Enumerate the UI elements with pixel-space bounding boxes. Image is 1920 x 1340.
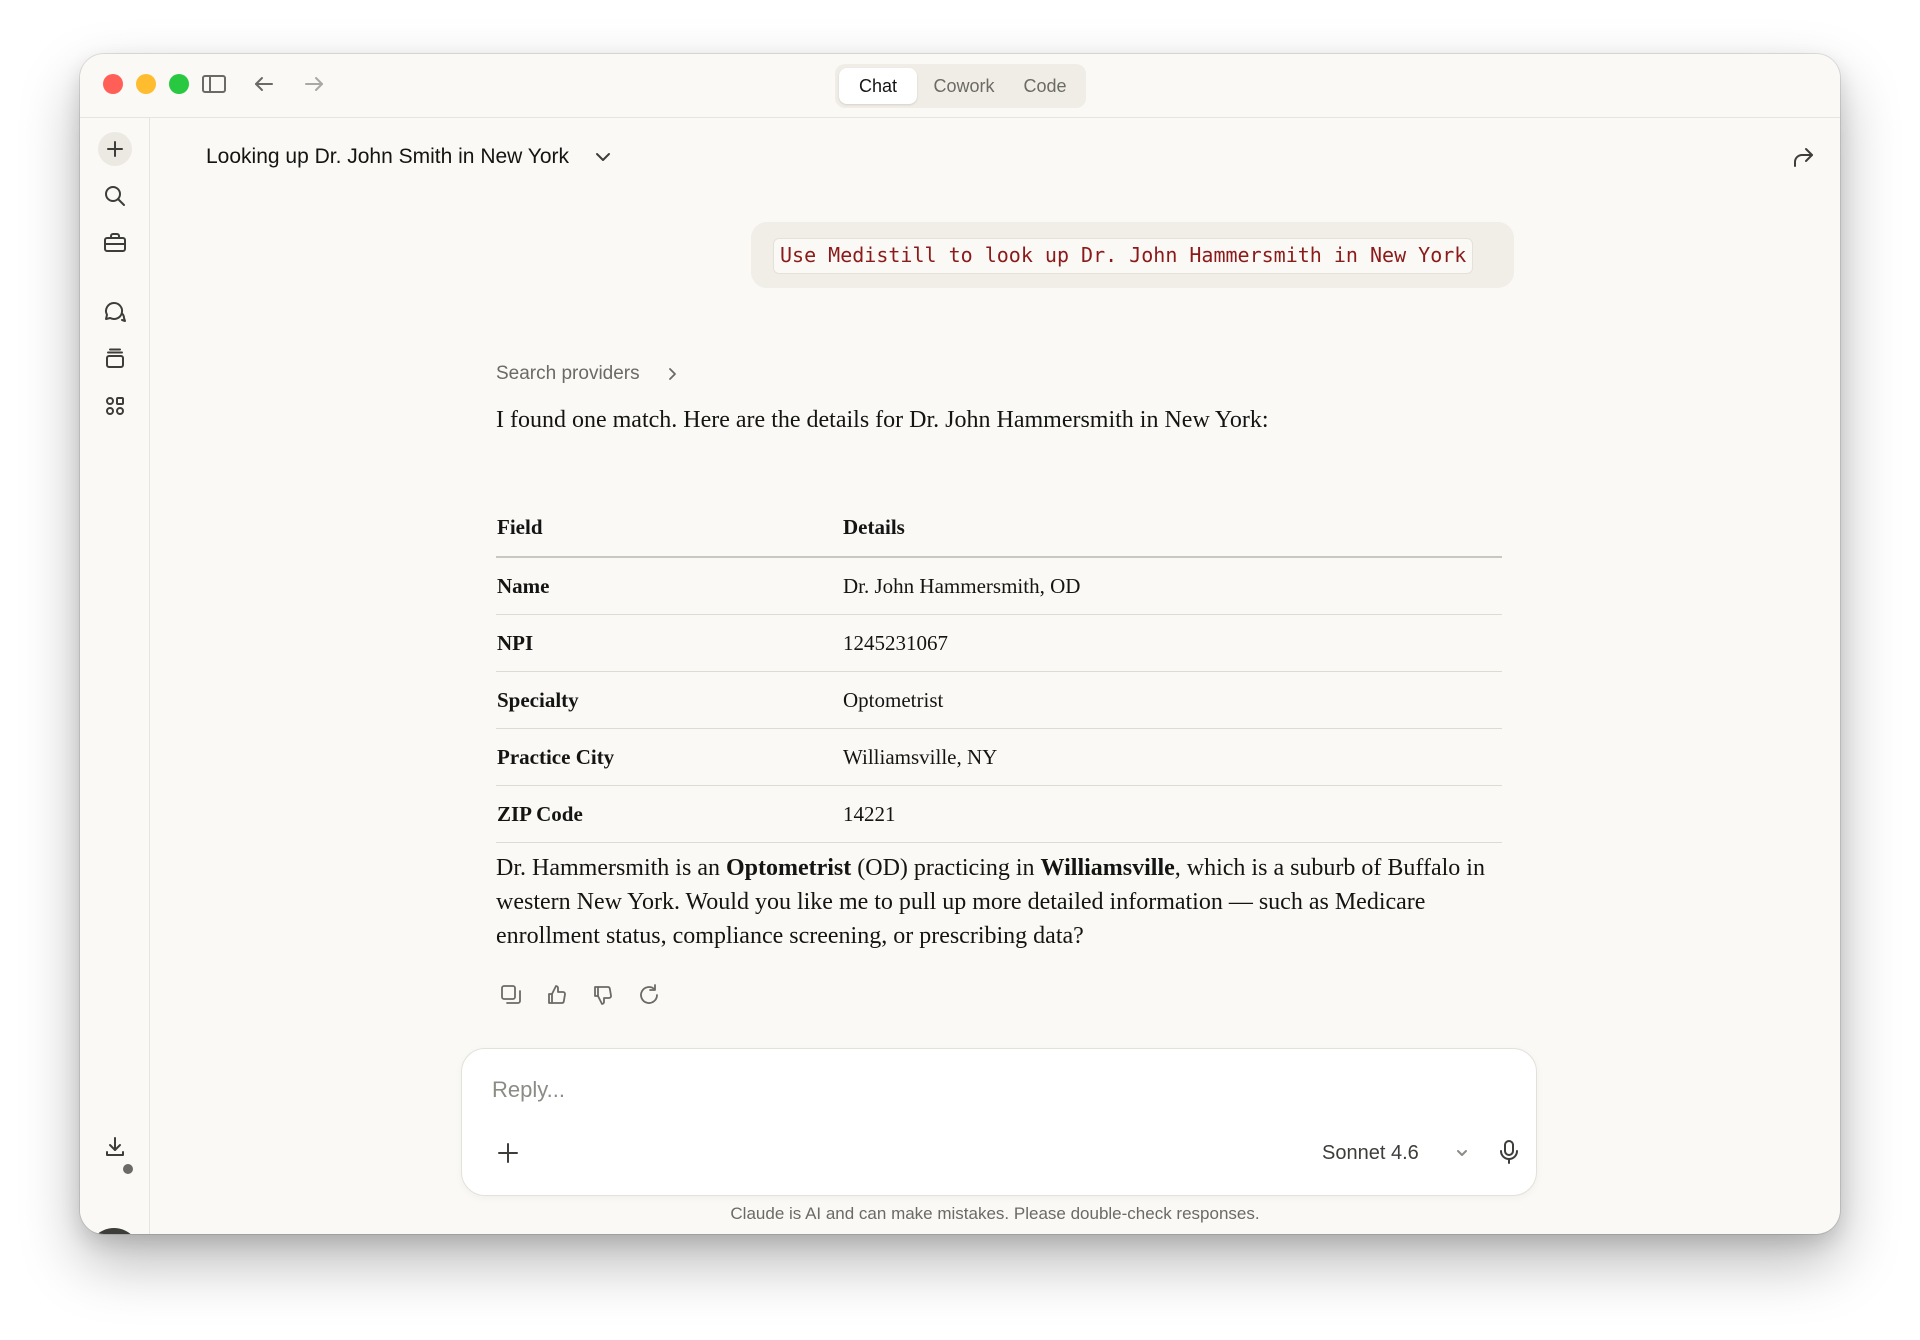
summary-text: (OD) practicing in: [851, 855, 1041, 881]
search-icon[interactable]: [98, 179, 132, 213]
assistant-summary: Dr. Hammersmith is an Optometrist (OD) p…: [496, 851, 1516, 953]
chat-bubbles-icon[interactable]: [98, 295, 132, 329]
table-row: NPI 1245231067: [496, 614, 1502, 672]
stack-icon[interactable]: [98, 342, 132, 376]
chevron-right-icon[interactable]: [662, 363, 682, 385]
disclaimer: Claude is AI and can make mistakes. Plea…: [730, 1204, 1260, 1223]
chevron-down-icon[interactable]: [1454, 1145, 1470, 1161]
thumbs-down-icon[interactable]: [588, 980, 618, 1010]
sidebar-toggle-icon[interactable]: [200, 70, 228, 98]
table-cell-field: Specialty: [496, 671, 843, 729]
back-arrow-icon[interactable]: [250, 70, 278, 98]
update-badge: [121, 1162, 135, 1176]
tab-chat[interactable]: Chat: [839, 68, 917, 104]
thumbs-up-icon[interactable]: [542, 980, 572, 1010]
summary-bold-city: Williamsville: [1040, 855, 1175, 881]
add-attachment-icon[interactable]: [492, 1137, 524, 1169]
tab-cowork[interactable]: Cowork: [919, 68, 1009, 104]
reply-composer: Sonnet 4.6: [461, 1048, 1537, 1196]
table-cell-value: 14221: [843, 785, 1502, 843]
table-cell-value: Williamsville, NY: [843, 728, 1502, 786]
table-row: Specialty Optometrist: [496, 671, 1502, 729]
new-chat-button[interactable]: [98, 132, 132, 166]
table-cell-value: Optometrist: [843, 671, 1502, 729]
details-table: Field Details Name Dr. John Hammersmith,…: [496, 498, 1502, 843]
forward-arrow-icon[interactable]: [300, 70, 328, 98]
briefcase-icon[interactable]: [98, 226, 132, 260]
table-row: ZIP Code 14221: [496, 785, 1502, 843]
share-icon[interactable]: [1788, 142, 1818, 172]
download-icon[interactable]: [98, 1130, 132, 1164]
titlebar: Chat Cowork Code: [80, 54, 1840, 118]
table-cell-field: Practice City: [496, 728, 843, 786]
table-cell-field: Name: [496, 557, 843, 615]
table-row: Name Dr. John Hammersmith, OD: [496, 557, 1502, 615]
user-message-code: Use Medistill to look up Dr. John Hammer…: [773, 238, 1474, 274]
model-selector[interactable]: Sonnet 4.6: [1322, 1137, 1419, 1169]
table-header-field: Field: [496, 498, 843, 558]
tab-code[interactable]: Code: [1009, 68, 1081, 104]
copy-icon[interactable]: [496, 980, 526, 1010]
tool-use-label[interactable]: Search providers: [496, 360, 640, 388]
zoom-window-button[interactable]: [169, 74, 189, 94]
table-cell-value: 1245231067: [843, 614, 1502, 672]
retry-icon[interactable]: [634, 980, 664, 1010]
mode-switcher: Chat Cowork Code: [835, 64, 1086, 108]
apps-icon[interactable]: [98, 389, 132, 423]
summary-bold-specialty: Optometrist: [725, 855, 852, 881]
table-row: Practice City Williamsville, NY: [496, 728, 1502, 786]
table-cell-value: Dr. John Hammersmith, OD: [843, 557, 1502, 615]
avatar[interactable]: M: [88, 1228, 140, 1234]
sidebar: M: [80, 118, 150, 1234]
close-window-button[interactable]: [103, 74, 123, 94]
assistant-intro: I found one match. Here are the details …: [496, 407, 1269, 433]
table-header-row: Field Details: [496, 498, 1502, 558]
table-header-details: Details: [843, 498, 1502, 558]
user-message-bubble: Use Medistill to look up Dr. John Hammer…: [751, 222, 1514, 288]
chevron-down-icon[interactable]: [590, 144, 616, 170]
summary-text: Dr. Hammersmith is an: [496, 855, 726, 881]
conversation-title[interactable]: Looking up Dr. John Smith in New York: [206, 142, 569, 172]
table-cell-field: ZIP Code: [496, 785, 843, 843]
microphone-icon[interactable]: [1492, 1135, 1526, 1169]
minimize-window-button[interactable]: [136, 74, 156, 94]
app-window: Chat Cowork Code M Looking up Dr. John S…: [80, 54, 1840, 1234]
reply-input[interactable]: [490, 1069, 1494, 1111]
table-cell-field: NPI: [496, 614, 843, 672]
